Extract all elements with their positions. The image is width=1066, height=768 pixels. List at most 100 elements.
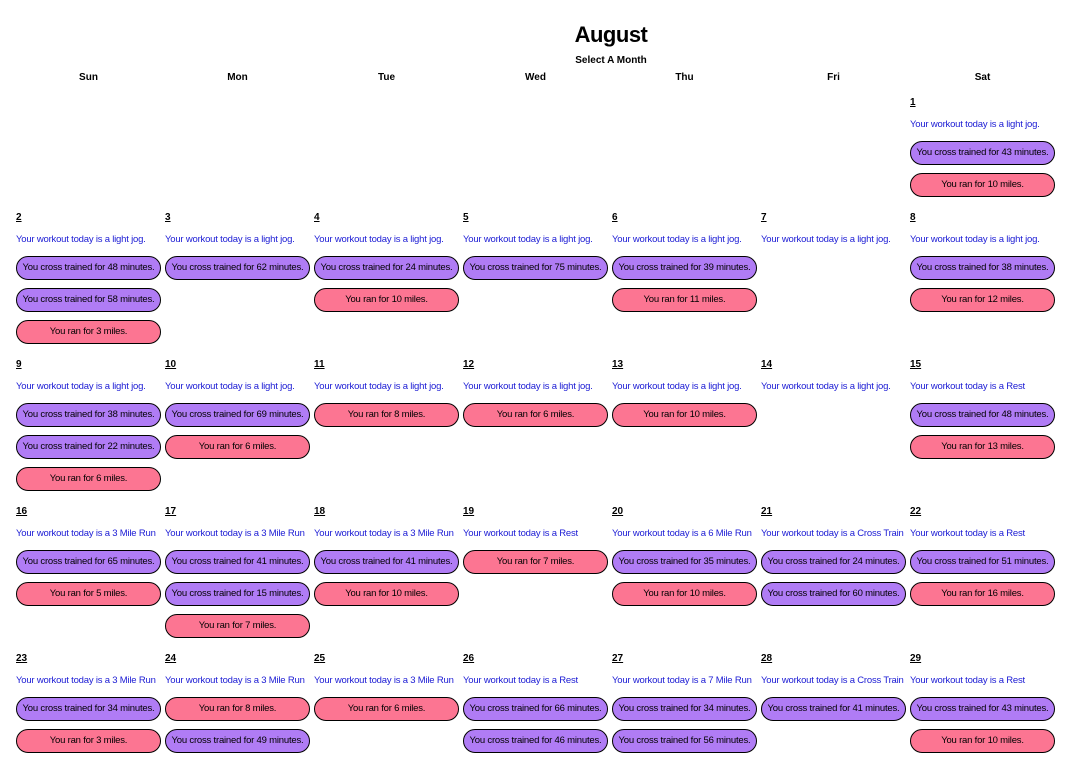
day-number-link[interactable]: 6 bbox=[612, 212, 618, 224]
day-cell: 1 Your workout today is a light jog. You c… bbox=[908, 92, 1057, 207]
run-entry-pill[interactable]: You ran for 10 miles. bbox=[314, 582, 459, 606]
cross-training-entry-pill[interactable]: You cross trained for 43 minutes. bbox=[910, 141, 1055, 165]
run-entry-pill[interactable]: You ran for 8 miles. bbox=[314, 403, 459, 427]
day-number-link[interactable]: 10 bbox=[165, 359, 176, 371]
day-number-link[interactable]: 28 bbox=[761, 653, 772, 665]
cross-training-entry-pill[interactable]: You cross trained for 66 minutes. bbox=[463, 697, 608, 721]
cross-training-entry-pill[interactable]: You cross trained for 24 minutes. bbox=[761, 550, 906, 574]
day-number-link[interactable]: 4 bbox=[314, 212, 320, 224]
day-number-link[interactable]: 25 bbox=[314, 653, 325, 665]
cross-training-entry-pill[interactable]: You cross trained for 48 minutes. bbox=[16, 256, 161, 280]
run-entry-pill[interactable]: You ran for 10 miles. bbox=[910, 729, 1055, 753]
run-entry-pill[interactable]: You ran for 10 miles. bbox=[612, 582, 757, 606]
day-number-link[interactable]: 14 bbox=[761, 359, 772, 371]
workout-text: Your workout today is a light jog. bbox=[761, 234, 891, 245]
day-number-link[interactable]: 16 bbox=[16, 506, 27, 518]
day-number-link[interactable]: 26 bbox=[463, 653, 474, 665]
run-entry-pill[interactable]: You ran for 7 miles. bbox=[463, 550, 608, 574]
run-entry-pill[interactable]: You ran for 6 miles. bbox=[314, 697, 459, 721]
entry-list: You cross trained for 38 minutes. You ran… bbox=[910, 256, 1057, 312]
empty-day-cell bbox=[610, 92, 759, 207]
cross-training-entry-pill[interactable]: You cross trained for 41 minutes. bbox=[314, 550, 459, 574]
run-entry-pill[interactable]: You ran for 6 miles. bbox=[165, 435, 310, 459]
day-cell: 29 Your workout today is a Rest You cross … bbox=[908, 648, 1057, 768]
cross-training-entry-pill[interactable]: You cross trained for 51 minutes. bbox=[910, 550, 1055, 574]
run-entry-pill[interactable]: You ran for 12 miles. bbox=[910, 288, 1055, 312]
run-entry-pill[interactable]: You ran for 3 miles. bbox=[16, 729, 161, 753]
cross-training-entry-pill[interactable]: You cross trained for 34 minutes. bbox=[612, 697, 757, 721]
cross-training-entry-pill[interactable]: You cross trained for 62 minutes. bbox=[165, 256, 310, 280]
day-number-link[interactable]: 20 bbox=[612, 506, 623, 518]
cross-training-entry-pill[interactable]: You cross trained for 48 minutes. bbox=[910, 403, 1055, 427]
run-entry-pill[interactable]: You ran for 10 miles. bbox=[910, 173, 1055, 197]
entry-list: You cross trained for 48 minutes. You ran… bbox=[910, 403, 1057, 459]
day-number-link[interactable]: 8 bbox=[910, 212, 916, 224]
run-entry-pill[interactable]: You ran for 5 miles. bbox=[16, 582, 161, 606]
cross-training-entry-pill[interactable]: You cross trained for 39 minutes. bbox=[612, 256, 757, 280]
entry-list: You cross trained for 41 minutes. You cro… bbox=[165, 550, 312, 638]
day-number-link[interactable]: 22 bbox=[910, 506, 921, 518]
day-cell: 18 Your workout today is a 3 Mile Run You … bbox=[312, 501, 461, 648]
cross-training-entry-pill[interactable]: You cross trained for 34 minutes. bbox=[16, 697, 161, 721]
day-number-link[interactable]: 12 bbox=[463, 359, 474, 371]
month-title: August bbox=[574, 22, 648, 47]
day-number-link[interactable]: 5 bbox=[463, 212, 469, 224]
cross-training-entry-pill[interactable]: You cross trained for 56 minutes. bbox=[612, 729, 757, 753]
workout-text: Your workout today is a light jog. bbox=[314, 234, 444, 245]
day-number-link[interactable]: 2 bbox=[16, 212, 22, 224]
day-number-link[interactable]: 29 bbox=[910, 653, 921, 665]
workout-text: Your workout today is a Rest bbox=[910, 381, 1025, 392]
cross-training-entry-pill[interactable]: You cross trained for 38 minutes. bbox=[910, 256, 1055, 280]
cross-training-entry-pill[interactable]: You cross trained for 69 minutes. bbox=[165, 403, 310, 427]
entry-list: You ran for 6 miles. bbox=[463, 403, 610, 427]
cross-training-entry-pill[interactable]: You cross trained for 46 minutes. bbox=[463, 729, 608, 753]
cross-training-entry-pill[interactable]: You cross trained for 22 minutes. bbox=[16, 435, 161, 459]
day-number-link[interactable]: 18 bbox=[314, 506, 325, 518]
cross-training-entry-pill[interactable]: You cross trained for 58 minutes. bbox=[16, 288, 161, 312]
day-number-link[interactable]: 23 bbox=[16, 653, 27, 665]
run-entry-pill[interactable]: You ran for 6 miles. bbox=[16, 467, 161, 491]
cross-training-entry-pill[interactable]: You cross trained for 75 minutes. bbox=[463, 256, 608, 280]
day-number-link[interactable]: 9 bbox=[16, 359, 22, 371]
cross-training-entry-pill[interactable]: You cross trained for 41 minutes. bbox=[165, 550, 310, 574]
day-cell: 12 Your workout today is a light jog. You … bbox=[461, 354, 610, 501]
day-number-link[interactable]: 11 bbox=[314, 359, 325, 371]
day-cell: 7 Your workout today is a light jog. bbox=[759, 207, 908, 354]
day-number-link[interactable]: 15 bbox=[910, 359, 921, 371]
day-number-link[interactable]: 19 bbox=[463, 506, 474, 518]
cross-training-entry-pill[interactable]: You cross trained for 41 minutes. bbox=[761, 697, 906, 721]
run-entry-pill[interactable]: You ran for 10 miles. bbox=[612, 403, 757, 427]
day-cell: 16 Your workout today is a 3 Mile Run You … bbox=[14, 501, 163, 648]
run-entry-pill[interactable]: You ran for 11 miles. bbox=[612, 288, 757, 312]
cross-training-entry-pill[interactable]: You cross trained for 15 minutes. bbox=[165, 582, 310, 606]
cross-training-entry-pill[interactable]: You cross trained for 43 minutes. bbox=[910, 697, 1055, 721]
run-entry-pill[interactable]: You ran for 8 miles. bbox=[165, 697, 310, 721]
day-number-link[interactable]: 3 bbox=[165, 212, 171, 224]
run-entry-pill[interactable]: You ran for 13 miles. bbox=[910, 435, 1055, 459]
day-number-link[interactable]: 27 bbox=[612, 653, 623, 665]
day-number-link[interactable]: 13 bbox=[612, 359, 623, 371]
entry-list: You ran for 10 miles. bbox=[612, 403, 759, 427]
cross-training-entry-pill[interactable]: You cross trained for 49 minutes. bbox=[165, 729, 310, 753]
entry-list: You cross trained for 39 minutes. You ran… bbox=[612, 256, 759, 312]
day-cell: 2 Your workout today is a light jog. You c… bbox=[14, 207, 163, 354]
run-entry-pill[interactable]: You ran for 3 miles. bbox=[16, 320, 161, 344]
cross-training-entry-pill[interactable]: You cross trained for 38 minutes. bbox=[16, 403, 161, 427]
day-number-link[interactable]: 17 bbox=[165, 506, 176, 518]
day-cell: 11 Your workout today is a light jog. You … bbox=[312, 354, 461, 501]
day-number-link[interactable]: 7 bbox=[761, 212, 767, 224]
cross-training-entry-pill[interactable]: You cross trained for 60 minutes. bbox=[761, 582, 906, 606]
day-number-link[interactable]: 24 bbox=[165, 653, 176, 665]
run-entry-pill[interactable]: You ran for 16 miles. bbox=[910, 582, 1055, 606]
entry-list: You cross trained for 65 minutes. You ran… bbox=[16, 550, 163, 606]
cross-training-entry-pill[interactable]: You cross trained for 65 minutes. bbox=[16, 550, 161, 574]
run-entry-pill[interactable]: You ran for 7 miles. bbox=[165, 614, 310, 638]
run-entry-pill[interactable]: You ran for 10 miles. bbox=[314, 288, 459, 312]
day-number-link[interactable]: 21 bbox=[761, 506, 772, 518]
run-entry-pill[interactable]: You ran for 6 miles. bbox=[463, 403, 608, 427]
cross-training-entry-pill[interactable]: You cross trained for 24 minutes. bbox=[314, 256, 459, 280]
entry-list: You cross trained for 75 minutes. bbox=[463, 256, 610, 280]
day-number-link[interactable]: 1 bbox=[910, 97, 916, 109]
cross-training-entry-pill[interactable]: You cross trained for 35 minutes. bbox=[612, 550, 757, 574]
select-month-link[interactable]: Select A Month bbox=[0, 55, 1066, 66]
